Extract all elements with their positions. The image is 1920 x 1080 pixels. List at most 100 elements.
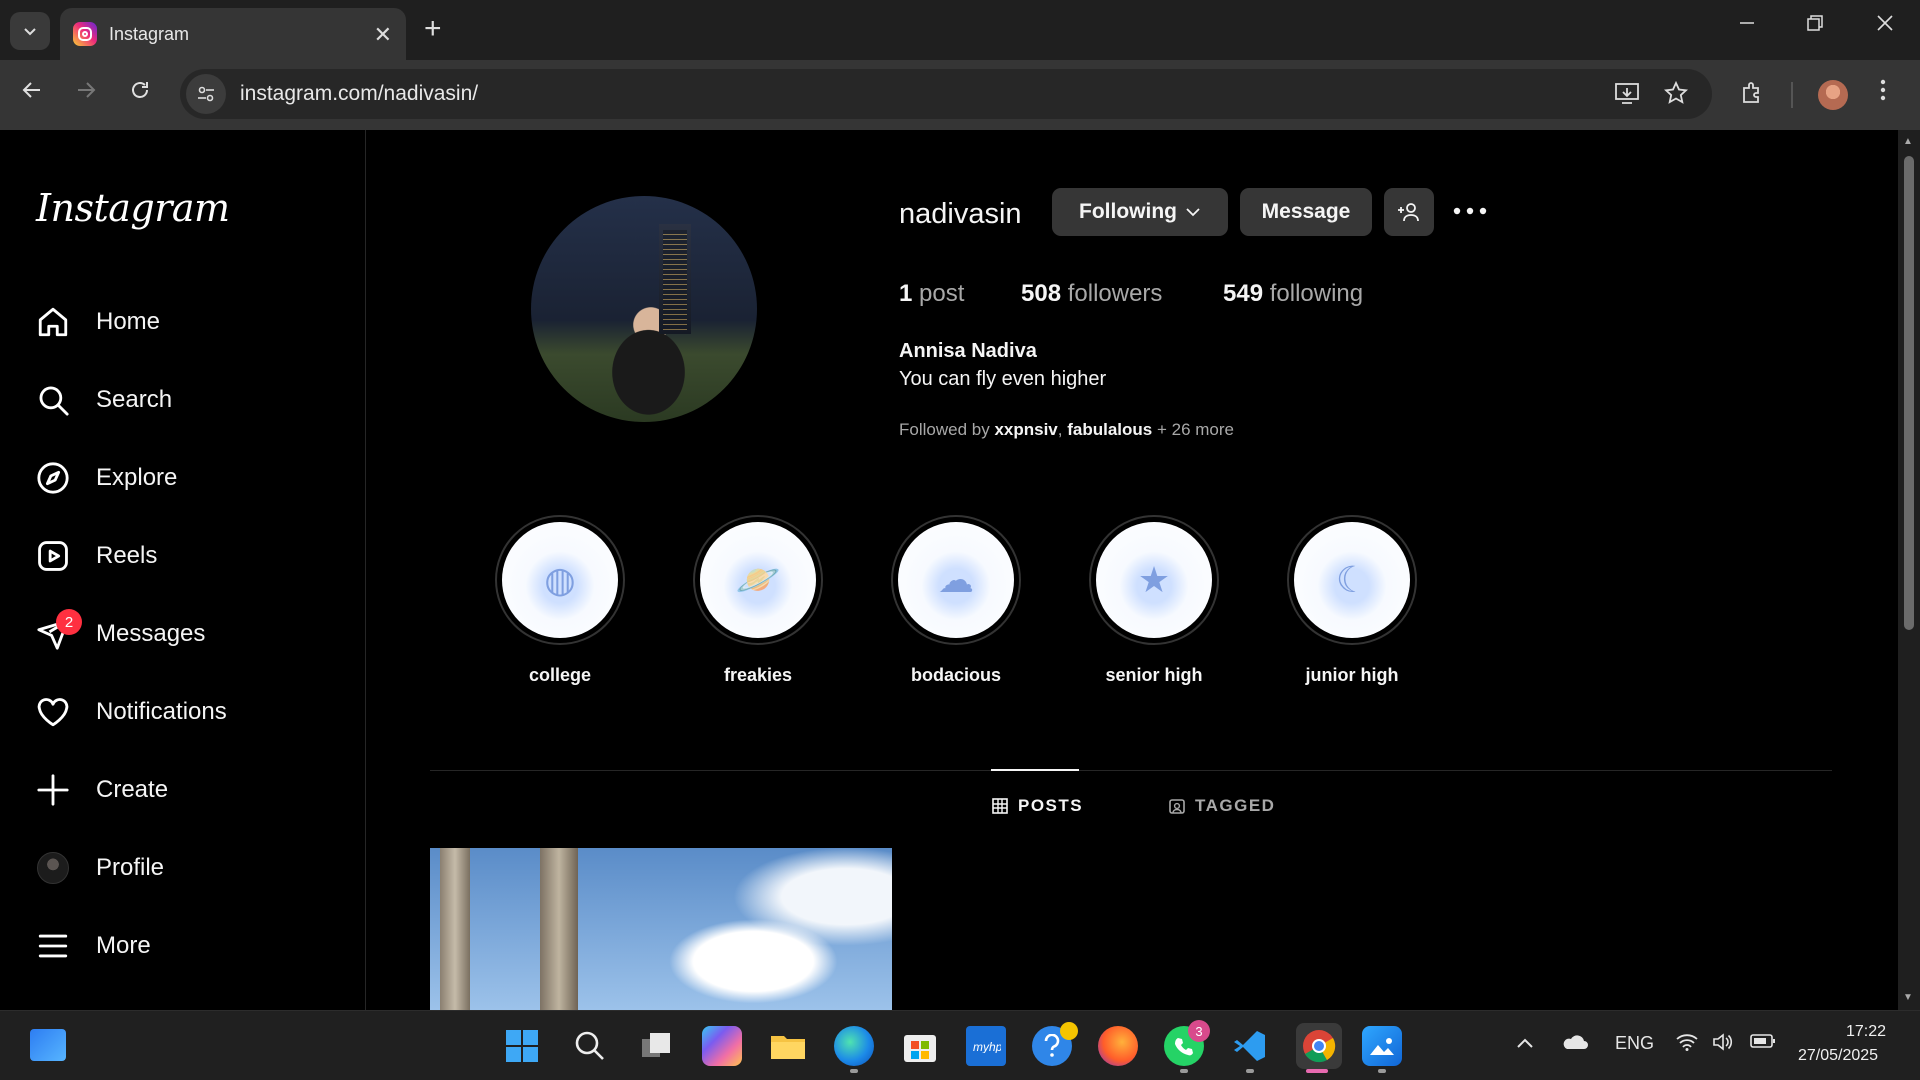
browser-profile-avatar[interactable] <box>1818 80 1848 110</box>
firefox-icon[interactable] <box>1098 1026 1138 1066</box>
sidebar-item-messages[interactable]: 2 Messages <box>34 606 344 662</box>
tab-tagged-label: TAGGED <box>1195 796 1276 815</box>
messages-badge: 2 <box>56 609 82 635</box>
tab-title: Instagram <box>109 23 190 44</box>
sidebar-item-reels[interactable]: Reels <box>34 528 344 584</box>
moon-icon: ☾ <box>1294 522 1410 638</box>
posts-count-value: 1 <box>899 280 913 307</box>
tab-tagged[interactable]: TAGGED <box>1169 796 1275 816</box>
following-button[interactable]: Following <box>1052 188 1228 236</box>
scrollbar-thumb[interactable] <box>1904 156 1914 630</box>
more-horizontal-icon <box>1453 207 1487 215</box>
minimize-button[interactable] <box>1738 14 1756 38</box>
install-app-icon[interactable] <box>1614 81 1640 112</box>
browser-menu-button[interactable] <box>1880 78 1886 109</box>
notification-dot <box>1060 1022 1078 1040</box>
add-person-icon <box>1398 203 1419 222</box>
browser-tab-strip: Instagram ✕ + <box>0 0 1920 60</box>
sidebar-item-create[interactable]: Create <box>34 762 344 818</box>
post-thumbnail[interactable] <box>430 848 892 1010</box>
microsoft-store-icon[interactable] <box>900 1026 940 1066</box>
restore-button[interactable] <box>1806 14 1824 38</box>
sidebar-item-home[interactable]: Home <box>34 294 344 350</box>
sidebar-item-search[interactable]: Search <box>34 372 344 428</box>
close-window-button[interactable] <box>1876 14 1894 38</box>
reload-button[interactable] <box>128 78 152 107</box>
whatsapp-badge: 3 <box>1188 1020 1210 1042</box>
scroll-down-icon[interactable]: ▼ <box>1903 992 1913 1003</box>
bookmark-star-icon[interactable] <box>1663 80 1689 112</box>
posts-count: 1 post <box>899 280 964 308</box>
language-indicator[interactable]: ENG <box>1615 1033 1654 1054</box>
taskbar-search-button[interactable] <box>570 1026 610 1066</box>
extensions-button[interactable] <box>1740 80 1766 111</box>
followed-by[interactable]: Followed by xxpnsiv, fabulalous + 26 mor… <box>899 420 1234 440</box>
clock-date[interactable]: 27/05/2025 <box>1798 1047 1878 1065</box>
story-highlight[interactable]: ★ senior high <box>1089 515 1219 686</box>
get-help-icon[interactable] <box>1032 1022 1078 1066</box>
sidebar-item-label: Messages <box>96 620 206 647</box>
copilot-icon[interactable] <box>702 1026 742 1066</box>
question-mark-icon <box>1044 1034 1060 1057</box>
sidebar-item-more[interactable]: More <box>34 918 344 974</box>
tab-posts[interactable]: POSTS <box>992 796 1083 816</box>
battery-icon[interactable] <box>1750 1033 1776 1054</box>
active-tab-indicator <box>991 769 1079 771</box>
suggested-accounts-button[interactable] <box>1384 188 1434 236</box>
story-highlight[interactable]: 🪐 freakies <box>693 515 823 686</box>
page-scrollbar[interactable]: ▲ ▼ <box>1898 130 1920 1010</box>
clock-time[interactable]: 17:22 <box>1846 1023 1886 1041</box>
site-info-button[interactable] <box>186 74 226 114</box>
browser-tab-instagram[interactable]: Instagram ✕ <box>60 8 406 60</box>
windows-logo-icon <box>506 1030 538 1062</box>
forward-button[interactable] <box>74 78 98 107</box>
vscode-icon[interactable] <box>1230 1026 1270 1066</box>
new-tab-button[interactable]: + <box>424 12 442 46</box>
address-bar[interactable]: instagram.com/nadivasin/ <box>180 69 1712 119</box>
instagram-logo[interactable]: Instagram <box>36 186 230 230</box>
following-count-label: following <box>1269 280 1364 307</box>
chrome-taskbar-icon[interactable] <box>1296 1023 1342 1069</box>
following-count[interactable]: 549 following <box>1223 280 1363 308</box>
sidebar-item-notifications[interactable]: Notifications <box>34 684 344 740</box>
heart-icon <box>34 693 72 731</box>
chevron-down-icon <box>1186 208 1200 217</box>
tab-search-button[interactable] <box>10 12 50 50</box>
followed-by-prefix: Followed by <box>899 420 990 439</box>
tagged-icon <box>1169 799 1185 814</box>
file-explorer-icon[interactable] <box>768 1026 808 1066</box>
followers-count[interactable]: 508 followers <box>1021 280 1162 308</box>
show-hidden-icons-button[interactable] <box>1516 1033 1534 1054</box>
scroll-up-icon[interactable]: ▲ <box>1903 136 1913 147</box>
sidebar-item-profile[interactable]: Profile <box>34 840 344 896</box>
whatsapp-icon[interactable]: 3 <box>1164 1020 1210 1066</box>
following-button-label: Following <box>1079 200 1177 223</box>
back-button[interactable] <box>20 78 44 107</box>
tabs-divider <box>430 770 1832 771</box>
profile-full-name: Annisa Nadiva <box>899 340 1037 362</box>
photos-icon[interactable] <box>1362 1026 1402 1066</box>
story-highlight[interactable]: ☾ junior high <box>1287 515 1417 686</box>
cloud-icon: ☁ <box>898 522 1014 638</box>
svg-text:myhp: myhp <box>973 1040 1001 1053</box>
edge-browser-icon[interactable] <box>834 1026 874 1066</box>
highlight-cover: ★ <box>1089 515 1219 645</box>
followed-by-user: fabulalous <box>1067 420 1153 439</box>
profile-bio: You can fly even higher <box>899 368 1107 390</box>
myhp-icon[interactable]: myhp <box>966 1026 1006 1066</box>
story-highlight[interactable]: ☁ bodacious <box>891 515 1021 686</box>
close-tab-button[interactable]: ✕ <box>374 22 392 48</box>
onedrive-icon[interactable] <box>1560 1033 1588 1056</box>
task-view-button[interactable] <box>636 1026 676 1066</box>
start-button[interactable] <box>502 1026 542 1066</box>
sidebar-item-explore[interactable]: Explore <box>34 450 344 506</box>
profile-picture[interactable] <box>531 196 757 422</box>
following-count-value: 549 <box>1223 280 1264 307</box>
volume-icon[interactable] <box>1712 1033 1734 1056</box>
wifi-icon[interactable] <box>1676 1033 1698 1056</box>
story-highlight[interactable]: ◍ college <box>495 515 625 686</box>
instagram-favicon-icon <box>73 22 97 46</box>
message-button[interactable]: Message <box>1240 188 1372 236</box>
widgets-button[interactable] <box>30 1029 66 1061</box>
profile-options-button[interactable] <box>1453 190 1487 224</box>
